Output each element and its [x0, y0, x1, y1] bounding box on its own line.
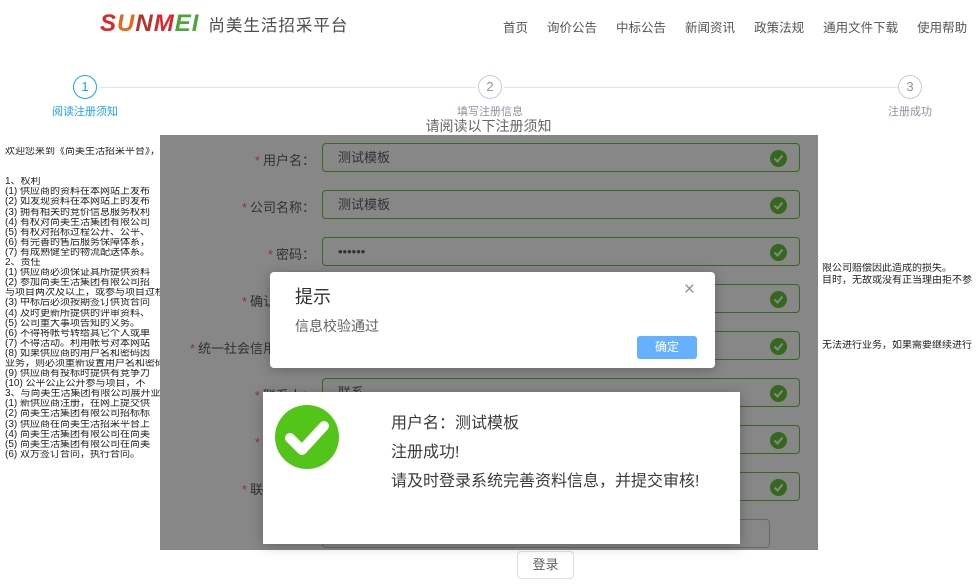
success-check-icon	[275, 405, 339, 469]
notice-line: (4) 有权对尚美生活集团有限公司	[5, 218, 160, 228]
notice-line: (10) 公平公正公开参与项目，不	[5, 379, 160, 389]
nav-item[interactable]: 使用帮助	[917, 17, 967, 36]
notice-line: (2) 尚美生活集团有限公司招标标	[5, 409, 160, 419]
step-read-notice: 1 阅读注册须知	[25, 75, 145, 119]
notice-line: (1) 供应商必须保证其所提供资料	[5, 268, 160, 278]
step-success: 3 注册成功	[850, 75, 970, 119]
notice-text-right: 无法进行业务，如果需要继续进行	[822, 340, 977, 352]
nav-item[interactable]: 首页	[503, 17, 528, 36]
step-1-circle: 1	[73, 75, 97, 99]
notice-line: (8) 如果供应商的用户名和密码因	[5, 349, 160, 359]
notice-line: 3、与尚美生活集团有限公司展开业	[5, 389, 160, 399]
step-2-circle: 2	[478, 75, 502, 99]
notice-line: (2) 参加尚美生活集团有限公司招	[5, 278, 160, 288]
close-icon[interactable]: ×	[684, 280, 695, 299]
notice-line	[5, 157, 160, 167]
dialog-message: 信息校验通过	[295, 316, 379, 336]
header: SUNMEI 尚美生活招采平台 首页询价公告中标公告新闻资讯政策法规通用文件下载…	[0, 0, 977, 48]
success-dialog: 用户名：测试模板 注册成功! 请及时登录系统完善资料信息，并提交审核!	[263, 392, 740, 544]
notice-line: (5) 尚美生活集团有限公司在尚美	[5, 440, 160, 450]
dialog-title: 提示	[295, 283, 331, 309]
notice-line: (7) 有成熟健全的物流配送体系。	[5, 248, 160, 258]
notice-title: 请阅读以下注册须知	[0, 116, 977, 136]
notice-line: (3) 拥有相关的竞价信息服务权利	[5, 208, 160, 218]
main-nav: 首页询价公告中标公告新闻资讯政策法规通用文件下载使用帮助	[503, 17, 967, 36]
notice-line: (6) 有完善的售后服务保障体系，	[5, 238, 160, 248]
success-line-status: 注册成功!	[391, 438, 699, 467]
step-connector-1	[100, 87, 476, 88]
step-3-circle: 3	[898, 75, 922, 99]
notice-line: 与项目两次及以上，或参与项目过程	[5, 288, 160, 298]
notice-line: (7) 不得活动。利用帐号对本网站	[5, 339, 160, 349]
notice-text-left: 欢迎您来到《尚美生活招采平台》，1、权利(1) 供应商的资料在本网站上发布(2)…	[5, 147, 160, 460]
notice-line: 1、权利	[5, 177, 160, 187]
notice-line: (4) 尚美生活集团有限公司在尚美	[5, 430, 160, 440]
notice-line: (1) 新供应商注册，在网上提交供	[5, 399, 160, 409]
success-message: 用户名：测试模板 注册成功! 请及时登录系统完善资料信息，并提交审核!	[391, 409, 699, 496]
platform-title: 尚美生活招采平台	[208, 12, 348, 36]
step-fill-info: 2 填写注册信息	[430, 75, 550, 119]
notice-line	[5, 167, 160, 177]
registration-page: SUNMEI 尚美生活招采平台 首页询价公告中标公告新闻资讯政策法规通用文件下载…	[0, 0, 977, 586]
notice-line: (2) 如发现资料在本网站上的发布	[5, 197, 160, 207]
notice-line: (5) 公司重大事项告知的义务。	[5, 319, 160, 329]
notice-line: (6) 不得将帐号转给其它个人或单	[5, 329, 160, 339]
notice-line: (9) 供应商有投标时提供有竞争力	[5, 369, 160, 379]
notice-line: (5) 有权对招标过程公开、公平、	[5, 228, 160, 238]
nav-item[interactable]: 政策法规	[754, 17, 804, 36]
notice-text-right: 目时，无故或没有正当理由拒不参	[822, 275, 977, 287]
message-dialog: 提示 × 信息校验通过 确定	[270, 272, 715, 368]
success-line-hint: 请及时登录系统完善资料信息，并提交审核!	[391, 467, 699, 496]
notice-line: (4) 及时更新所提供的评审资料、	[5, 309, 160, 319]
notice-line: (3) 供应商在尚美生活招采平台上	[5, 420, 160, 430]
sunmei-logo: SUNMEI	[100, 10, 199, 38]
nav-item[interactable]: 中标公告	[616, 17, 666, 36]
nav-item[interactable]: 询价公告	[547, 17, 597, 36]
confirm-button[interactable]: 确定	[637, 336, 697, 359]
notice-line: (6) 双方签订合同，执行合同。	[5, 450, 160, 460]
notice-text-right: 限公司赔偿因此造成的损失。	[822, 263, 977, 275]
logo: SUNMEI 尚美生活招采平台	[100, 10, 348, 38]
nav-item[interactable]: 通用文件下载	[823, 17, 898, 36]
notice-line: (1) 供应商的资料在本网站上发布	[5, 187, 160, 197]
login-button[interactable]: 登录	[517, 551, 574, 579]
success-line-username: 用户名：测试模板	[391, 409, 699, 438]
notice-line: 2、责任	[5, 258, 160, 268]
notice-line: 欢迎您来到《尚美生活招采平台》，	[5, 147, 160, 157]
notice-line: (3) 中标后必须按期签订供货合同	[5, 298, 160, 308]
notice-line: 业务，则必须重新设置用户名和密码	[5, 359, 160, 369]
nav-item[interactable]: 新闻资讯	[685, 17, 735, 36]
step-connector-2	[504, 87, 898, 88]
